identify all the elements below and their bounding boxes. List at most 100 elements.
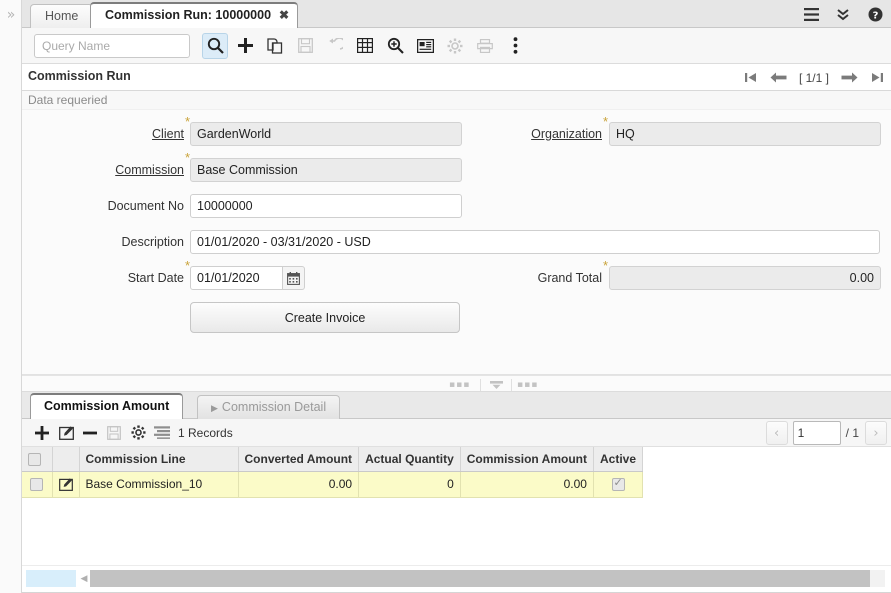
previous-record-button[interactable]	[765, 64, 793, 91]
detail-tab-bar: Commission Amount ▶ Commission Detail	[22, 392, 891, 419]
cell-active[interactable]	[593, 471, 644, 498]
start-date-label: Start Date *	[127, 258, 190, 285]
last-record-button[interactable]	[863, 64, 891, 91]
more-actions-icon[interactable]	[502, 33, 528, 59]
organization-label[interactable]: Organization *	[452, 115, 608, 146]
header-commission-amount[interactable]: Commission Amount	[460, 447, 594, 472]
window-controls: ?	[795, 0, 891, 28]
scroll-thumb[interactable]	[90, 570, 870, 587]
splitter-grip-right[interactable]: ▪▪▪	[517, 381, 538, 390]
description-label: Description	[121, 235, 184, 249]
cell-commission-line[interactable]: Base Commission_10	[79, 471, 239, 498]
save-record-icon	[102, 421, 126, 445]
row-select-checkbox[interactable]	[30, 478, 44, 492]
next-page-button[interactable]: ›	[865, 421, 887, 445]
client-input[interactable]	[190, 122, 462, 146]
required-marker: *	[602, 114, 608, 129]
scroll-marker	[26, 570, 76, 587]
tab-commission-detail[interactable]: ▶ Commission Detail	[197, 395, 341, 419]
page-number-input[interactable]	[792, 421, 841, 445]
scroll-left-icon[interactable]: ◀	[78, 570, 90, 587]
status-bar: Data requeried	[22, 91, 891, 110]
records-grid: Commission Line Converted Amount Actual …	[22, 447, 891, 565]
create-invoice-button[interactable]: Create Invoice	[190, 302, 460, 333]
tab-commission-amount[interactable]: Commission Amount	[30, 393, 184, 419]
grid-toggle-icon[interactable]	[352, 33, 378, 59]
records-list-icon[interactable]	[150, 421, 174, 445]
search-icon[interactable]	[202, 32, 228, 59]
collapse-all-icon[interactable]	[827, 0, 859, 28]
query-name-combo[interactable]	[34, 33, 216, 58]
application-window: » Home Commission Run: 10000000 ✖ ? Quer…	[0, 0, 891, 593]
client-label[interactable]: Client *	[82, 115, 190, 146]
horizontal-scrollbar[interactable]: ◀	[22, 565, 891, 593]
help-icon[interactable]: ?	[859, 0, 891, 28]
document-no-label: Document No	[107, 199, 184, 213]
grand-total-label: Grand Total *	[537, 258, 608, 285]
detail-panel: Commission Amount ▶ Commission Detail 1 …	[22, 392, 891, 593]
select-all-header[interactable]	[22, 447, 53, 472]
chevron-right-icon: ▶	[211, 404, 218, 414]
cell-actual-quantity[interactable]: 0	[358, 471, 461, 498]
row-select-cell[interactable]	[22, 471, 53, 498]
grand-total-input[interactable]	[609, 266, 881, 290]
commission-label[interactable]: Commission *	[62, 151, 190, 182]
left-rail: »	[0, 0, 22, 593]
query-name-input[interactable]	[35, 34, 204, 57]
active-checkbox[interactable]	[611, 476, 625, 492]
tab-commission-run[interactable]: Commission Run: 10000000 ✖	[90, 2, 299, 28]
header-actual-quantity[interactable]: Actual Quantity	[358, 447, 461, 472]
calendar-icon[interactable]	[283, 266, 305, 290]
gear-icon	[442, 33, 468, 59]
tab-home-label: Home	[45, 9, 79, 23]
edit-record-icon[interactable]	[54, 421, 78, 445]
record-count-label: 1 Records	[178, 425, 233, 440]
commission-input[interactable]	[190, 158, 462, 182]
customize-grid-gear-icon[interactable]	[126, 421, 150, 445]
required-marker: *	[602, 258, 608, 273]
next-record-button[interactable]	[835, 64, 863, 91]
cell-converted-amount[interactable]: 0.00	[238, 471, 360, 498]
print-icon	[472, 33, 498, 59]
header-commission-line[interactable]: Commission Line	[79, 447, 239, 472]
row-edit-cell[interactable]	[52, 471, 80, 498]
panel-splitter[interactable]: ▪▪▪ ▪▪▪	[22, 375, 891, 392]
commission-amount-table: Commission Line Converted Amount Actual …	[22, 447, 644, 498]
organization-input[interactable]	[609, 122, 881, 146]
header-converted-amount[interactable]: Converted Amount	[238, 447, 360, 472]
copy-icon[interactable]	[262, 33, 288, 59]
table-row[interactable]: Base Commission_10 0.00 0 0.00	[22, 471, 644, 498]
cell-commission-amount[interactable]: 0.00	[460, 471, 594, 498]
record-navigation: [ 1/1 ]	[737, 64, 891, 91]
row-edit-icon[interactable]	[58, 477, 73, 491]
total-pages-label: / 1	[845, 426, 859, 440]
menu-icon[interactable]	[795, 0, 827, 28]
new-icon[interactable]	[232, 33, 258, 59]
scroll-track[interactable]	[90, 570, 885, 587]
grid-toolbar: 1 Records ‹ / 1 ›	[22, 419, 891, 447]
delete-record-icon[interactable]	[78, 421, 102, 445]
tab-commission-run-label: Commission Run: 10000000	[105, 8, 272, 22]
splitter-grip-left[interactable]: ▪▪▪	[449, 381, 470, 390]
select-all-checkbox[interactable]	[28, 452, 41, 466]
tab-home[interactable]: Home	[30, 4, 94, 28]
tab-commission-amount-label: Commission Amount	[44, 399, 170, 413]
main-toolbar	[22, 28, 891, 64]
table-header-row: Commission Line Converted Amount Actual …	[22, 447, 644, 472]
window-tab-bar: Home Commission Run: 10000000 ✖ ?	[22, 0, 891, 28]
previous-page-button[interactable]: ‹	[765, 421, 788, 445]
first-record-button[interactable]	[737, 64, 765, 91]
zoom-icon[interactable]	[382, 33, 408, 59]
start-date-input[interactable]	[190, 266, 283, 290]
expand-menu-icon[interactable]: »	[3, 7, 19, 23]
window-header: Commission Run [ 1/1 ]	[22, 64, 891, 91]
new-record-icon[interactable]	[30, 421, 54, 445]
collapse-panel-button[interactable]	[480, 379, 512, 391]
close-icon[interactable]: ✖	[279, 8, 289, 22]
description-input[interactable]	[190, 230, 880, 254]
report-icon[interactable]	[412, 33, 438, 59]
document-no-input[interactable]	[190, 194, 462, 218]
form-panel: Client* Organization* Commission* Docume…	[22, 110, 891, 375]
header-active[interactable]: Active	[593, 447, 644, 472]
undo-icon	[322, 33, 348, 59]
